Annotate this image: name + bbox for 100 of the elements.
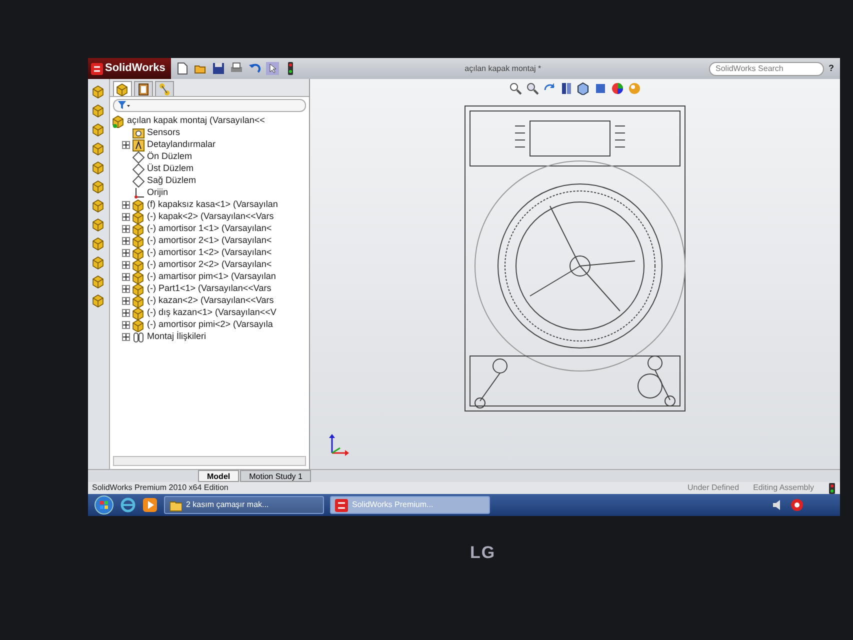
plane-icon	[132, 174, 145, 188]
start-button[interactable]	[94, 495, 114, 515]
status-text: Under Defined	[687, 482, 740, 494]
tree-item[interactable]: (-) amortisor pimi<2> (Varsayıla	[147, 318, 273, 332]
search-field[interactable]: SolidWorks Search	[708, 62, 824, 76]
cube-icon[interactable]	[92, 237, 105, 251]
expand-toggle[interactable]	[122, 261, 130, 269]
cube-icon[interactable]	[92, 199, 105, 213]
section-icon[interactable]	[560, 82, 573, 95]
zoom-icon[interactable]	[509, 82, 522, 95]
status-text: Editing Assembly	[753, 482, 814, 494]
tree-item[interactable]: açılan kapak montaj (Varsayılan<<	[127, 114, 265, 128]
view-cube-icon[interactable]	[577, 82, 590, 95]
expand-toggle[interactable]	[122, 141, 130, 149]
panel-tab[interactable]	[134, 81, 153, 96]
tree-item[interactable]: (-) dış kazan<1> (Varsayılan<<V	[147, 306, 276, 320]
axes-triad-icon	[328, 433, 350, 457]
expand-toggle[interactable]	[122, 273, 130, 281]
expand-toggle[interactable]	[122, 213, 130, 221]
tree-item[interactable]: Montaj İlişkileri	[147, 330, 206, 344]
logo-icon	[335, 498, 348, 512]
expand-toggle[interactable]	[122, 321, 130, 329]
expand-toggle[interactable]	[122, 333, 130, 341]
notification-icon[interactable]	[790, 498, 804, 512]
paperclip-icon	[132, 330, 145, 344]
part-icon	[132, 222, 145, 236]
display-style-icon[interactable]	[594, 82, 607, 95]
tree-item[interactable]: (f) kapaksız kasa<1> (Varsayılan	[147, 198, 278, 212]
monitor-brand-logo: LG	[470, 542, 496, 564]
cube-icon[interactable]	[92, 85, 105, 99]
part-icon	[132, 270, 145, 284]
browser-icon[interactable]	[120, 497, 136, 513]
document-title: açılan kapak montaj *	[464, 62, 542, 74]
bottom-tab[interactable]: Motion Study 1	[240, 470, 312, 482]
expand-toggle[interactable]	[122, 201, 130, 209]
tree-item[interactable]: (-) kapak<2> (Varsayılan<<Vars	[147, 210, 274, 224]
color-wheel-icon[interactable]	[611, 82, 624, 95]
tree-item[interactable]: Üst Düzlem	[147, 162, 194, 176]
tree-item[interactable]: (-) amortisor 1<1> (Varsayılan<	[147, 222, 272, 236]
tree-item[interactable]: (-) Part1<1> (Varsayılan<<Vars	[147, 282, 272, 296]
horizontal-scrollbar[interactable]	[113, 456, 306, 466]
part-icon	[132, 210, 145, 224]
part-icon	[132, 246, 145, 260]
expand-toggle[interactable]	[122, 309, 130, 317]
cube-icon[interactable]	[92, 180, 105, 194]
tree-item[interactable]: (-) amortisor 1<2> (Varsayılan<	[147, 246, 272, 260]
part-icon	[132, 198, 145, 212]
cube-icon[interactable]	[92, 161, 105, 175]
filter-field[interactable]	[113, 99, 306, 112]
clipboard-icon	[137, 82, 150, 96]
cube-icon[interactable]	[92, 256, 105, 270]
cube-icon[interactable]	[92, 104, 105, 118]
assembly-icon	[112, 114, 125, 128]
annotation-icon	[132, 138, 145, 152]
part-icon	[132, 258, 145, 272]
taskbar-button[interactable]: 2 kasım çamaşır mak...	[164, 496, 324, 514]
sensor-icon	[132, 126, 145, 140]
tree-item[interactable]: (-) amortisor 2<1> (Varsayılan<	[147, 234, 272, 248]
cube-icon[interactable]	[92, 275, 105, 289]
part-icon	[132, 234, 145, 248]
edition-label: SolidWorks Premium 2010 x64 Edition	[92, 482, 228, 494]
tree-item[interactable]: Sağ Düzlem	[147, 174, 196, 188]
media-player-icon[interactable]	[142, 497, 158, 513]
tree-item[interactable]: (-) amartisor pim<1> (Varsayılan	[147, 270, 276, 284]
bottom-tab[interactable]: Model	[198, 470, 240, 482]
zoom-icon[interactable]	[526, 82, 539, 95]
folder-icon	[169, 498, 182, 512]
app-logo: SolidWorks	[88, 58, 172, 79]
plane-icon	[132, 150, 145, 164]
cube-icon[interactable]	[92, 294, 105, 308]
print-icon[interactable]	[230, 62, 244, 75]
save-icon[interactable]	[212, 62, 226, 75]
part-icon	[132, 282, 145, 296]
tree-item[interactable]: Detaylandırmalar	[147, 138, 216, 152]
part-icon	[132, 306, 145, 320]
tree-item[interactable]: (-) amortisor 2<2> (Varsayılan<	[147, 258, 272, 272]
configuration-icon	[158, 82, 171, 96]
cube-icon[interactable]	[92, 142, 105, 156]
expand-toggle[interactable]	[122, 249, 130, 257]
panel-tab[interactable]	[113, 81, 132, 96]
help-menu[interactable]: ?	[828, 62, 834, 76]
new-document-icon[interactable]	[176, 62, 190, 75]
tree-item[interactable]: Orijin	[147, 186, 168, 200]
part-icon	[132, 294, 145, 308]
filter-icon	[118, 101, 130, 110]
tree-item[interactable]: Sensors	[147, 126, 180, 140]
tree-item[interactable]: (-) kazan<2> (Varsayılan<<Vars	[147, 294, 274, 308]
plane-icon	[132, 162, 145, 176]
part-icon	[132, 318, 145, 332]
expand-toggle[interactable]	[122, 225, 130, 233]
expand-toggle[interactable]	[122, 285, 130, 293]
expand-toggle[interactable]	[122, 297, 130, 305]
cube-icon[interactable]	[92, 218, 105, 232]
tree-item[interactable]: Ön Düzlem	[147, 150, 192, 164]
traffic-light-icon	[828, 482, 836, 494]
undo-icon[interactable]	[248, 62, 262, 75]
select-pointer-icon[interactable]	[266, 62, 280, 75]
cube-icon[interactable]	[92, 123, 105, 137]
logo-icon	[91, 62, 103, 74]
expand-toggle[interactable]	[122, 237, 130, 245]
